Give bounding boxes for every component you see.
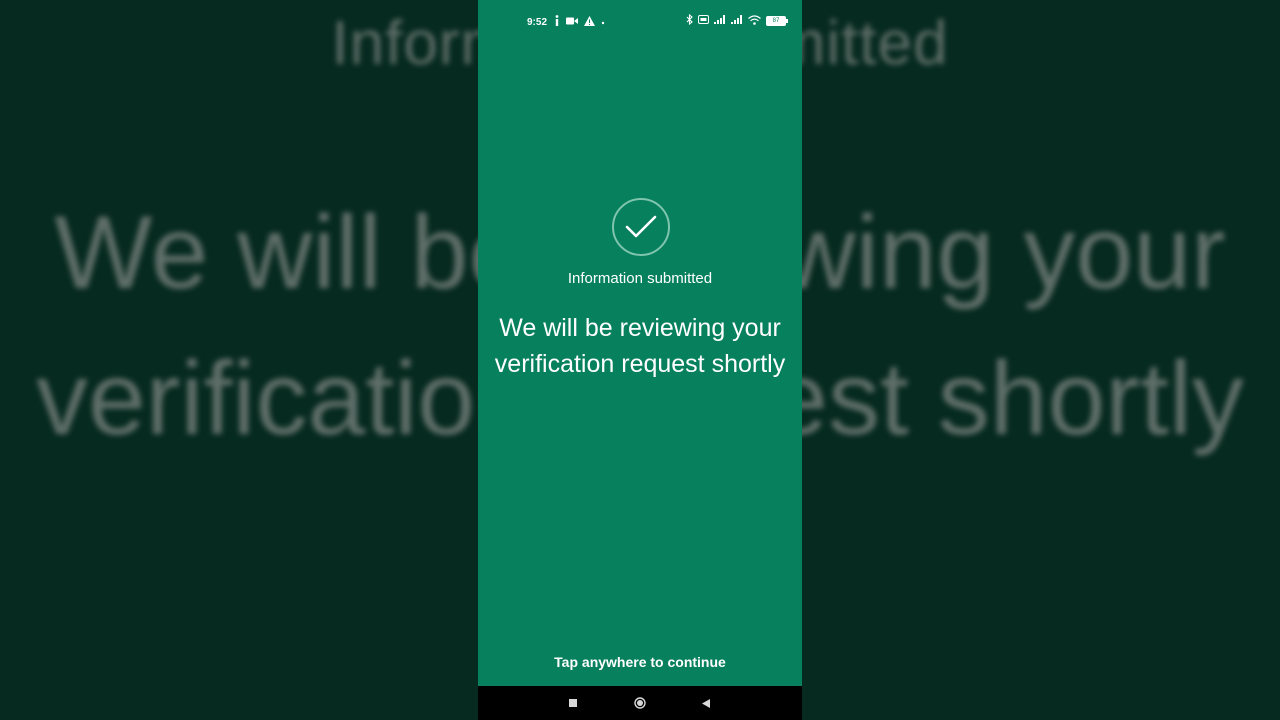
signal-icon	[731, 15, 743, 27]
battery-icon: 87	[766, 16, 788, 26]
info-icon	[554, 15, 560, 29]
continue-hint[interactable]: Tap anywhere to continue	[478, 654, 802, 670]
volte-icon	[698, 15, 709, 27]
video-camera-icon	[566, 17, 578, 28]
video-frame: Information submitted We will be reviewi…	[0, 0, 1280, 720]
back-button[interactable]	[689, 686, 723, 720]
phone-screen[interactable]: 9:52 87 Information submitted We will be…	[478, 0, 802, 720]
status-bar: 9:52 87	[478, 0, 802, 44]
status-message: We will be reviewing your verification r…	[494, 314, 786, 378]
status-time: 9:52	[527, 17, 548, 28]
bluetooth-icon	[686, 13, 693, 28]
signal-icon	[714, 15, 726, 27]
square-icon	[569, 699, 577, 707]
status-right-icons: 87	[686, 13, 788, 28]
status-title: Information submitted	[567, 270, 713, 287]
warning-icon	[584, 15, 595, 29]
navigation-bar	[478, 686, 802, 720]
wifi-icon	[748, 14, 761, 28]
circle-icon	[634, 697, 646, 709]
recents-button[interactable]	[556, 686, 590, 720]
home-button[interactable]	[623, 686, 657, 720]
check-circle-icon	[612, 198, 670, 256]
back-triangle-icon	[702, 698, 710, 708]
status-left-icons	[554, 15, 605, 29]
dot-icon	[601, 17, 605, 28]
